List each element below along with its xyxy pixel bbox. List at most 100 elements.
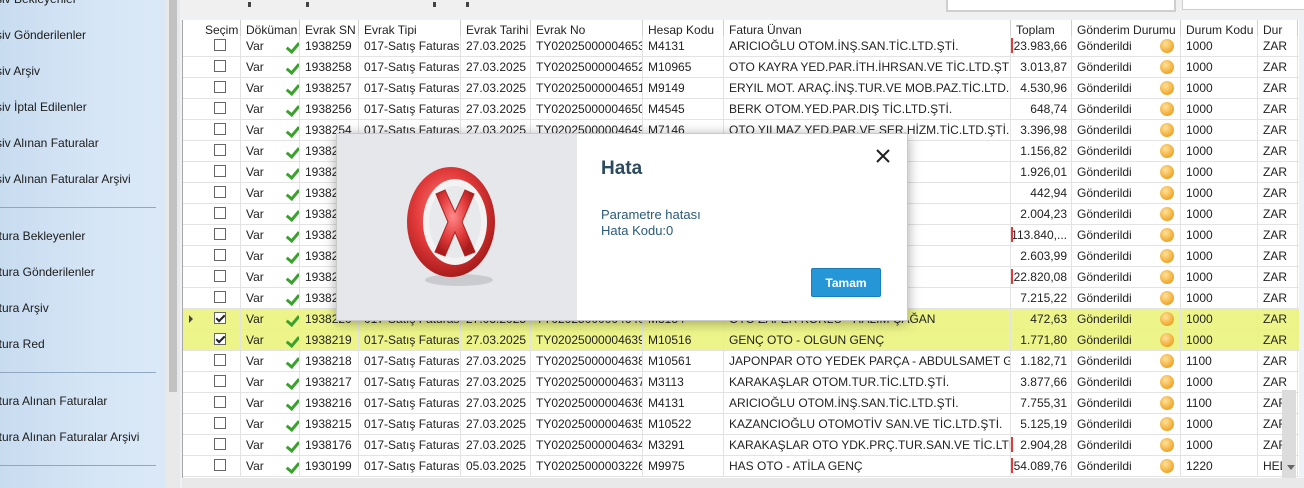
sidebar-scrollbar-thumb[interactable] <box>169 0 177 392</box>
cell-dur: ZAR <box>1258 36 1298 56</box>
toolbar-mark <box>466 2 469 7</box>
sidebar-item[interactable]: rşiv Bekleyenler <box>0 0 77 9</box>
cell-dur: ZAR <box>1258 225 1298 245</box>
table-row[interactable]: Var 1938216 017-Satış Faturası 27.03.2025 TY… <box>183 393 1299 414</box>
sidebar-item[interactable]: rşiv Alınan Faturalar Arşivi <box>0 169 131 189</box>
row-checkbox[interactable] <box>214 396 226 408</box>
row-checkbox[interactable] <box>214 459 226 471</box>
sidebar-item[interactable]: atura Alınan Faturalar Arşivi <box>0 427 139 447</box>
cell-tip: 017-Satış Faturası <box>359 78 461 98</box>
check-icon <box>285 227 299 244</box>
sidebar-item[interactable]: atura Arşiv <box>0 298 49 318</box>
cell-sn: 1938257 <box>300 78 359 98</box>
send-status-text: Gönderildi <box>1077 438 1132 452</box>
table-row[interactable]: Var 1938219 017-Satış Faturası 27.03.2025 TY… <box>183 330 1299 351</box>
cell-dur: ZAR <box>1258 372 1298 392</box>
cell-tarih: 27.03.2025 <box>461 435 531 455</box>
table-row[interactable]: Var 1930199 017-Satış Faturası 05.03.2025 TY… <box>183 456 1299 477</box>
row-checkbox[interactable] <box>214 417 226 429</box>
selection-cell <box>200 351 241 371</box>
selection-cell <box>200 36 241 56</box>
cell-hesap: M4131 <box>643 393 724 413</box>
sidebar-item[interactable]: rşiv Gönderilenler <box>0 25 86 45</box>
row-checkbox[interactable] <box>214 354 226 366</box>
sidebar-item[interactable]: rşiv Alınan Faturalar <box>0 133 99 153</box>
row-checkbox[interactable] <box>214 438 226 450</box>
close-icon[interactable] <box>873 146 893 166</box>
row-checkbox[interactable] <box>214 39 226 51</box>
ok-button[interactable]: Tamam <box>811 268 881 297</box>
row-checkbox[interactable] <box>214 144 226 156</box>
document-value: Var <box>246 333 264 347</box>
cell-sn: 1938219 <box>300 330 359 350</box>
document-value: Var <box>246 312 264 326</box>
document-cell: Var <box>241 246 300 266</box>
filter-input[interactable] <box>946 0 1176 12</box>
status-dot-icon <box>1160 60 1174 74</box>
status-dot-icon <box>1160 81 1174 95</box>
row-checkbox[interactable] <box>214 312 226 324</box>
total-value: 1.156,82 <box>1020 144 1067 158</box>
cell-sn: 1938258 <box>300 57 359 77</box>
sidebar-item[interactable]: atura Gönderilenler <box>0 262 95 282</box>
scroll-down-arrow-icon[interactable] <box>1287 465 1295 470</box>
send-status-cell: Gönderildi <box>1072 162 1181 182</box>
total-value: 113.840,... <box>1011 228 1067 242</box>
table-row[interactable]: Var 1938217 017-Satış Faturası 27.03.2025 TY… <box>183 372 1299 393</box>
status-dot-icon <box>1160 39 1174 53</box>
total-flag-marker <box>1011 38 1013 53</box>
document-cell: Var <box>241 225 300 245</box>
document-value: Var <box>246 270 264 284</box>
table-row[interactable]: Var 1938259 017-Satış Faturası 27.03.2025 TY… <box>183 36 1299 57</box>
sidebar-item[interactable]: atura Bekleyenler <box>0 226 85 246</box>
cell-sn: 1938256 <box>300 99 359 119</box>
check-icon <box>285 353 299 370</box>
table-row[interactable]: Var 1938257 017-Satış Faturası 27.03.2025 TY… <box>183 78 1299 99</box>
row-checkbox[interactable] <box>214 249 226 261</box>
row-checkbox[interactable] <box>214 333 226 345</box>
cell-dur: ZAR <box>1258 309 1298 329</box>
total-value: 4.530,96 <box>1020 81 1067 95</box>
sidebar-item[interactable]: atura Alınan Faturalar <box>0 391 107 411</box>
document-value: Var <box>246 207 264 221</box>
row-checkbox[interactable] <box>214 102 226 114</box>
status-dot-icon <box>1160 396 1174 410</box>
total-cell: 648,74 <box>1011 99 1072 119</box>
sidebar-item[interactable]: rşiv İptal Edilenler <box>0 97 87 117</box>
send-status-text: Gönderildi <box>1077 354 1132 368</box>
cell-no: TY02025000004652 <box>531 57 643 77</box>
total-cell: 113.840,... <box>1011 225 1072 245</box>
send-status-cell: Gönderildi <box>1072 225 1181 245</box>
total-value: 472,63 <box>1030 312 1067 326</box>
row-checkbox[interactable] <box>214 291 226 303</box>
table-row[interactable]: Var 1938258 017-Satış Faturası 27.03.2025 TY… <box>183 57 1299 78</box>
cell-tarih: 05.03.2025 <box>461 456 531 476</box>
row-checkbox[interactable] <box>214 186 226 198</box>
table-row[interactable]: Var 1938176 017-Satış Faturası 27.03.2025 TY… <box>183 435 1299 456</box>
row-checkbox[interactable] <box>214 165 226 177</box>
filter-input-secondary[interactable] <box>1182 0 1304 10</box>
table-row[interactable]: Var 1938215 017-Satış Faturası 27.03.2025 TY… <box>183 414 1299 435</box>
row-checkbox[interactable] <box>214 228 226 240</box>
row-checkbox[interactable] <box>214 207 226 219</box>
row-checkbox[interactable] <box>214 270 226 282</box>
row-checkbox[interactable] <box>214 81 226 93</box>
cell-durum: 1000 <box>1181 288 1258 308</box>
grid-horizontal-scrollbar[interactable] <box>182 478 1304 488</box>
document-cell: Var <box>241 414 300 434</box>
sidebar-item[interactable]: atura Red <box>0 334 45 354</box>
table-row[interactable]: Var 1938256 017-Satış Faturası 27.03.2025 TY… <box>183 99 1299 120</box>
cell-unvan: KARAKAŞLAR OTO YDK.PRÇ.TUR.SAN.VE TİC.LT… <box>724 435 1011 455</box>
document-cell: Var <box>241 36 300 56</box>
cell-durum: 1000 <box>1181 414 1258 434</box>
row-checkbox[interactable] <box>214 60 226 72</box>
cell-durum: 1000 <box>1181 204 1258 224</box>
row-checkbox[interactable] <box>214 123 226 135</box>
send-status-cell: Gönderildi <box>1072 456 1181 476</box>
cell-durum: 1000 <box>1181 435 1258 455</box>
row-checkbox[interactable] <box>214 375 226 387</box>
sidebar-divider <box>0 372 156 373</box>
sidebar-item[interactable]: rşiv Arşiv <box>0 61 40 81</box>
table-row[interactable]: Var 1938218 017-Satış Faturası 27.03.2025 TY… <box>183 351 1299 372</box>
cell-tarih: 27.03.2025 <box>461 57 531 77</box>
